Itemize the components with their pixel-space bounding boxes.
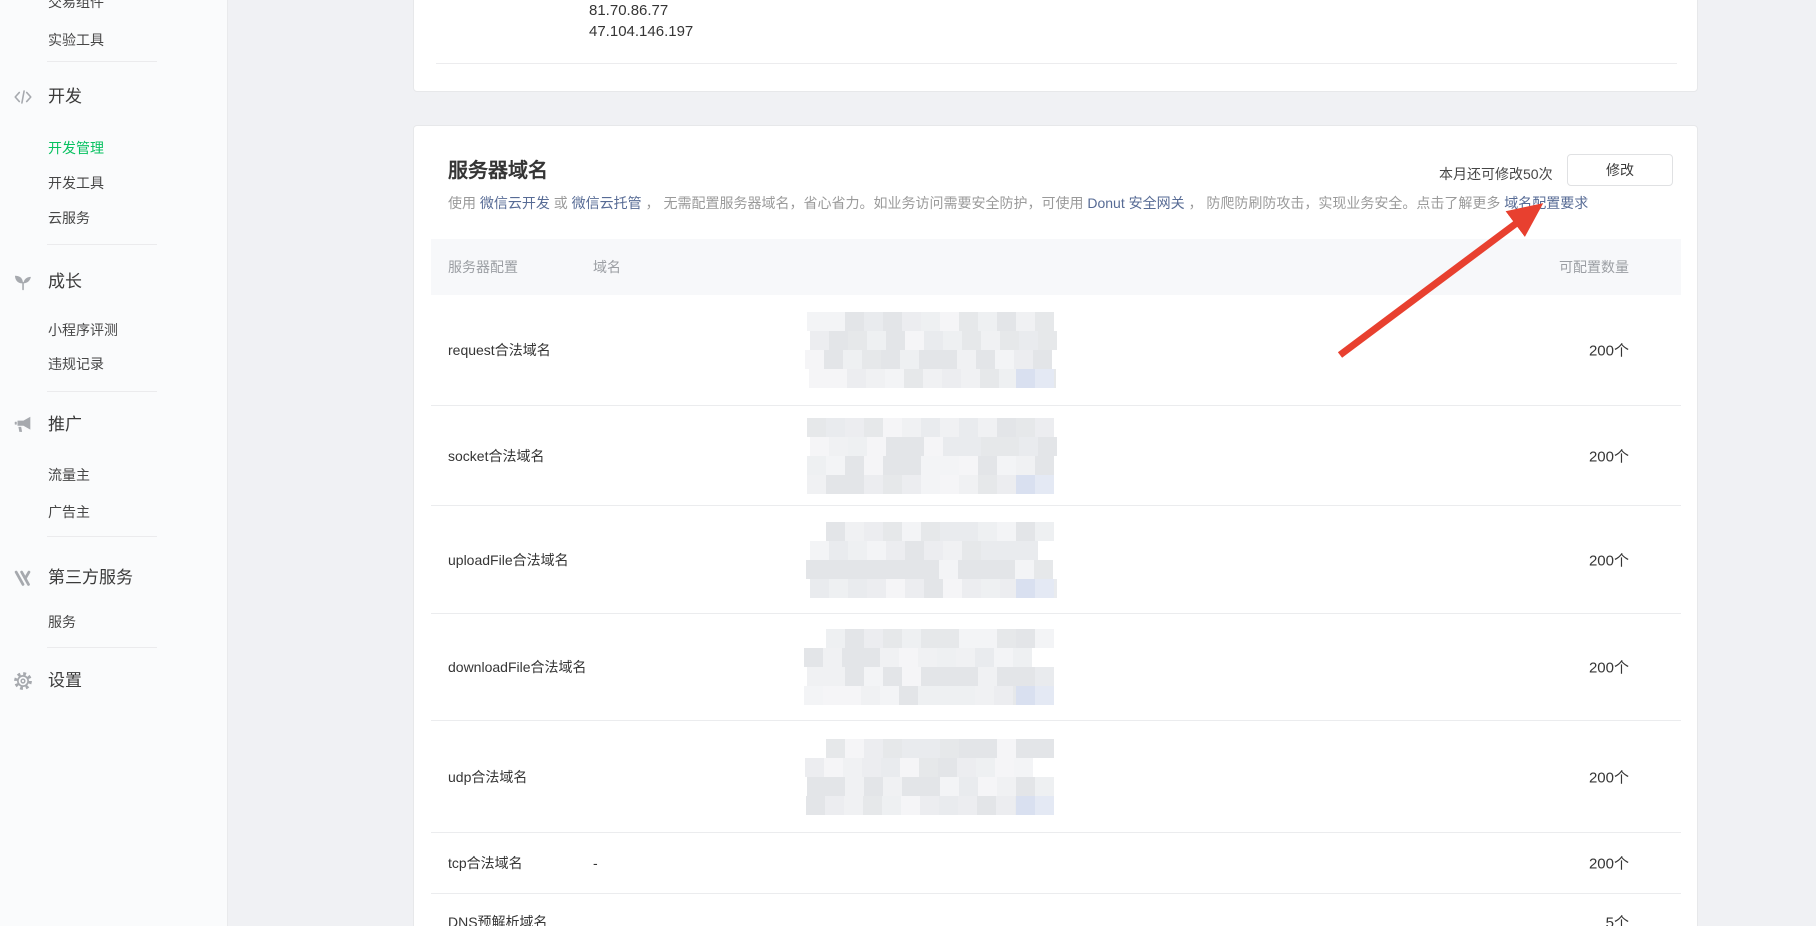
table-body: request合法域名200个socket合法域名200个uploadFile合…: [431, 295, 1681, 926]
table-row: tcp合法域名 - 200个: [431, 833, 1681, 894]
description-link[interactable]: 域名配置要求: [1504, 195, 1588, 211]
description-link[interactable]: 微信云托管: [572, 195, 642, 211]
redacted-domain-mosaic: [807, 739, 1059, 815]
row-config-label: socket合法域名: [448, 446, 544, 466]
gear-icon: [12, 670, 34, 692]
description-text: ， 无需配置服务器域名，省心省力。如业务访问需要安全防护，可使用: [642, 195, 1088, 211]
sprout-icon: [12, 271, 34, 293]
redacted-domain-mosaic: [807, 629, 1059, 705]
sidebar: 交易组件实验工具开发开发管理开发工具云服务成长小程序评测违规记录推广流量主广告主…: [0, 0, 228, 926]
sidebar-divider: [47, 61, 157, 62]
third-party-icon: [12, 567, 34, 589]
sidebar-section-label: 设置: [48, 668, 82, 694]
panel-description: 使用 微信云开发 或 微信云托管 ， 无需配置服务器域名，省心省力。如业务访问需…: [448, 192, 1588, 214]
redacted-domain-mosaic: [807, 418, 1059, 494]
description-link[interactable]: Donut 安全网关: [1087, 195, 1184, 211]
description-text: ， 防爬防刷防攻击，实现业务安全。点击了解更多: [1185, 195, 1505, 211]
row-config-label: udp合法域名: [448, 767, 527, 787]
code-icon: [12, 86, 34, 108]
description-text: 或: [550, 195, 572, 211]
sidebar-item-dev-tools[interactable]: 开发工具: [48, 173, 104, 193]
modify-button[interactable]: 修改: [1567, 154, 1673, 186]
sidebar-section-third-party-services[interactable]: 第三方服务: [0, 565, 228, 591]
description-text: 使用: [448, 195, 480, 211]
column-header-domain: 域名: [593, 257, 621, 277]
description-link[interactable]: 微信云开发: [480, 195, 550, 211]
row-quota-value: 200个: [1589, 853, 1629, 874]
sidebar-item-dev-management[interactable]: 开发管理: [48, 138, 104, 158]
row-config-label: uploadFile合法域名: [448, 550, 569, 570]
sidebar-item-trade-components[interactable]: 交易组件: [48, 0, 104, 12]
sidebar-item-violation-records[interactable]: 违规记录: [48, 354, 104, 374]
table-header: 服务器配置 域名 可配置数量: [431, 239, 1681, 295]
column-header-quota: 可配置数量: [1559, 257, 1629, 277]
row-quota-value: 200个: [1589, 766, 1629, 787]
table-row: DNS预解析域名 5个: [431, 894, 1681, 926]
sidebar-section-growth[interactable]: 成长: [0, 269, 228, 295]
sidebar-item-lab-tools[interactable]: 实验工具: [48, 30, 104, 50]
sidebar-item-advertiser[interactable]: 广告主: [48, 502, 90, 522]
sidebar-item-traffic-master[interactable]: 流量主: [48, 465, 90, 485]
table-row: uploadFile合法域名 200个: [431, 506, 1681, 614]
wechat-miniprogram-console: 交易组件实验工具开发开发管理开发工具云服务成长小程序评测违规记录推广流量主广告主…: [0, 0, 1816, 926]
row-quota-value: 200个: [1589, 445, 1629, 466]
row-config-label: DNS预解析域名: [448, 912, 548, 926]
card-divider: [436, 63, 1677, 64]
table-row: request合法域名 200个: [431, 295, 1681, 406]
sidebar-divider: [47, 536, 157, 537]
row-quota-value: 5个: [1606, 911, 1629, 926]
row-quota-value: 200个: [1589, 340, 1629, 361]
sidebar-item-services[interactable]: 服务: [48, 612, 76, 632]
row-config-label: tcp合法域名: [448, 853, 523, 873]
redacted-domain-mosaic: [807, 522, 1059, 598]
monthly-quota-text: 本月还可修改50次: [1439, 164, 1553, 184]
sidebar-item-miniprogram-evaluation[interactable]: 小程序评测: [48, 320, 118, 340]
row-quota-value: 200个: [1589, 549, 1629, 570]
sidebar-section-label: 第三方服务: [48, 565, 133, 591]
column-header-config: 服务器配置: [448, 257, 518, 277]
megaphone-icon: [12, 414, 34, 436]
server-domain-panel: 服务器域名 本月还可修改50次 修改 使用 微信云开发 或 微信云托管 ， 无需…: [413, 125, 1698, 926]
row-config-label: downloadFile合法域名: [448, 657, 587, 677]
sidebar-section-settings[interactable]: 设置: [0, 668, 228, 694]
ip-address: 81.70.86.77: [589, 1, 668, 21]
sidebar-section-label: 开发: [48, 84, 82, 110]
sidebar-section-label: 推广: [48, 412, 82, 438]
sidebar-section-dev[interactable]: 开发: [0, 84, 228, 110]
sidebar-item-cloud-services[interactable]: 云服务: [48, 208, 90, 228]
sidebar-divider: [47, 391, 157, 392]
row-quota-value: 200个: [1589, 657, 1629, 678]
ip-whitelist-card: 81.70.86.7747.104.146.197: [413, 0, 1698, 92]
ip-address: 47.104.146.197: [589, 22, 693, 42]
row-config-label: request合法域名: [448, 340, 551, 360]
row-domain-value: -: [593, 855, 598, 871]
table-row: udp合法域名 200个: [431, 721, 1681, 833]
redacted-domain-mosaic: [807, 312, 1059, 388]
table-row: socket合法域名 200个: [431, 406, 1681, 506]
sidebar-divider: [47, 244, 157, 245]
sidebar-section-label: 成长: [48, 269, 82, 295]
table-row: downloadFile合法域名 200个: [431, 614, 1681, 721]
page-title: 服务器域名: [448, 157, 548, 185]
sidebar-divider: [47, 647, 157, 648]
sidebar-section-promotion[interactable]: 推广: [0, 412, 228, 438]
